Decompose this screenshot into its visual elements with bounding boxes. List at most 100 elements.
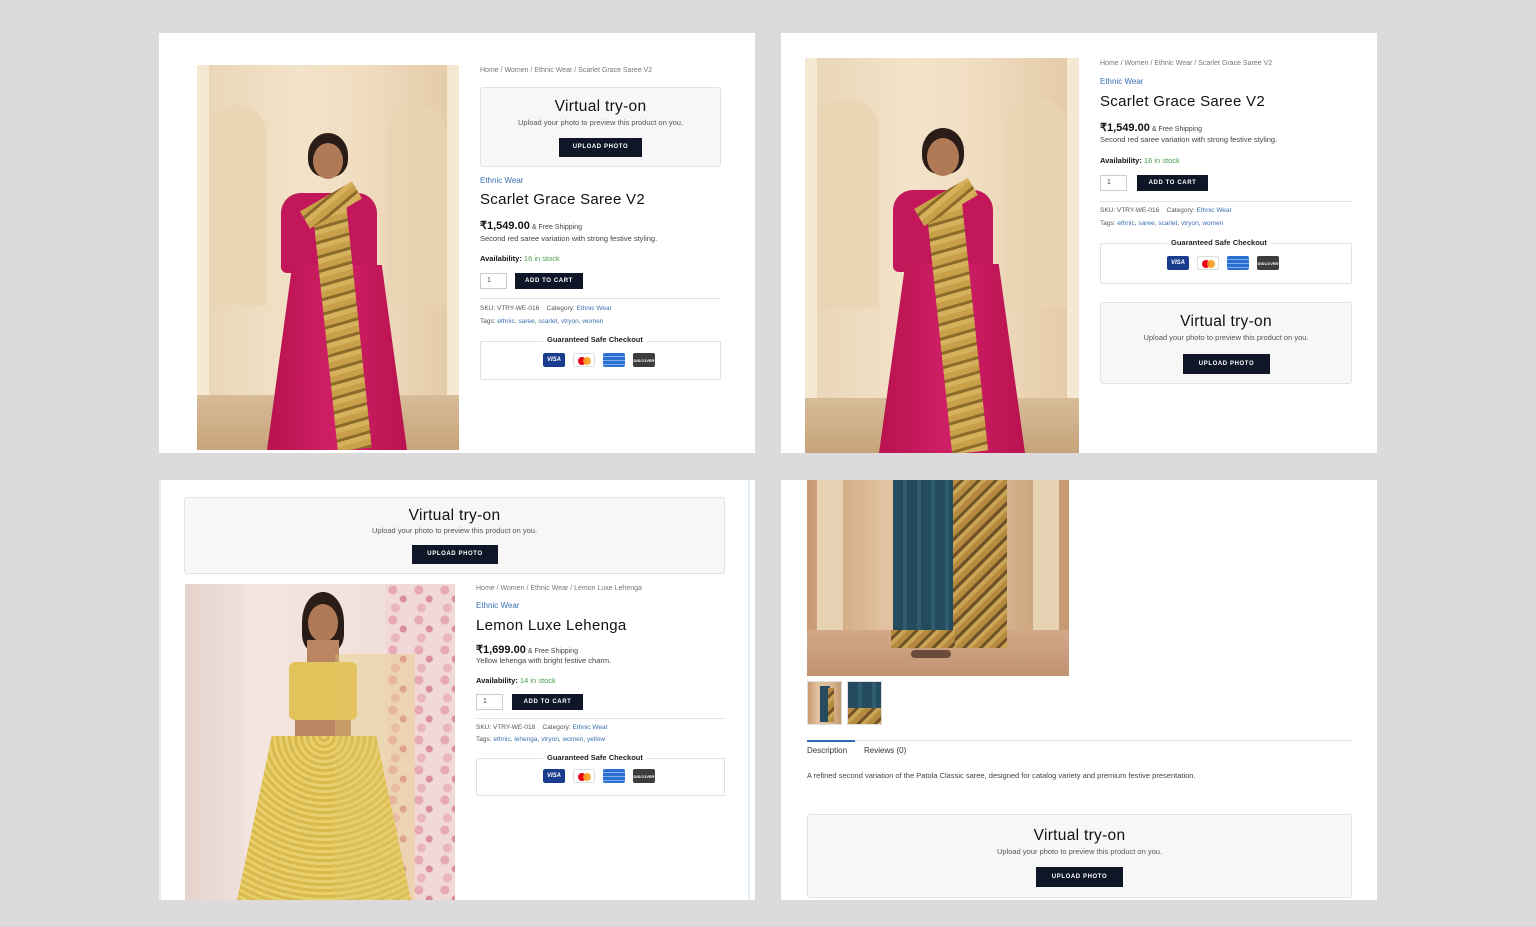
add-to-cart-button[interactable]: ADD TO CART — [515, 273, 583, 289]
product-image[interactable] — [185, 584, 455, 900]
tag-link[interactable]: women — [562, 736, 583, 743]
virtual-tryon-title: Virtual try-on — [1033, 827, 1126, 844]
virtual-tryon-title: Virtual try-on — [408, 507, 501, 524]
tabs-divider — [807, 740, 1352, 741]
price-row: ₹1,549.00 & Free Shipping — [480, 216, 582, 234]
upload-photo-button[interactable]: UPLOAD PHOTO — [1036, 867, 1123, 887]
breadcrumb[interactable]: Home / Women / Ethnic Wear / Lemon Luxe … — [476, 585, 642, 592]
virtual-tryon-subtitle: Upload your photo to preview this produc… — [371, 526, 538, 535]
sku-value: VTRY-WE-016 — [496, 305, 540, 312]
tag-link[interactable]: scarlet — [538, 318, 557, 325]
sku-value: VTRY-WE-018 — [492, 724, 536, 731]
virtual-tryon-box: Virtual try-on Upload your photo to prev… — [184, 497, 725, 574]
availability: Availability: 16 in stock — [1100, 156, 1180, 165]
availability: Availability: 14 in stock — [476, 676, 556, 685]
product-meta-sku: SKU: VTRY-WE-018 Category: Ethnic Wear — [476, 724, 608, 731]
product-image[interactable] — [807, 480, 1069, 676]
product-image[interactable] — [197, 65, 459, 450]
quantity-input[interactable]: 1 — [1100, 175, 1127, 191]
product-image[interactable] — [805, 58, 1079, 453]
stock-status: 14 in stock — [519, 676, 556, 685]
shipping-note: & Free Shipping — [531, 224, 583, 231]
product-meta-tags: Tags: ethnic, lehenga, vtryon, women, ye… — [476, 736, 606, 743]
payment-cards: VISA DISCOVER — [543, 769, 655, 783]
add-to-cart-button[interactable]: ADD TO CART — [1137, 175, 1208, 191]
tag-link[interactable]: women — [1202, 220, 1223, 227]
product-title: Scarlet Grace Saree V2 — [480, 191, 646, 208]
payment-cards: VISA DISCOVER — [1167, 256, 1279, 270]
safe-checkout-title: Guaranteed Safe Checkout — [1167, 238, 1271, 247]
visa-icon: VISA — [543, 769, 565, 783]
tag-link[interactable]: vtryon — [1181, 220, 1199, 227]
product-category-link[interactable]: Ethnic Wear — [1100, 77, 1143, 86]
visa-icon: VISA — [1167, 256, 1189, 270]
sku-label: SKU: — [480, 305, 496, 312]
product-page-panel-4: Description Reviews (0) A refined second… — [781, 480, 1377, 900]
product-category-link[interactable]: Ethnic Wear — [476, 601, 519, 610]
availability-label: Availability: — [480, 254, 522, 263]
tag-link[interactable]: vtryon — [541, 736, 559, 743]
tags-label: Tags: — [1100, 220, 1116, 227]
tag-link[interactable]: saree — [518, 318, 534, 325]
tag-link[interactable]: lehenga — [514, 736, 537, 743]
quantity-input[interactable]: 1 — [476, 694, 503, 710]
quantity-input[interactable]: 1 — [480, 273, 507, 289]
product-price: ₹1,549.00 — [1100, 122, 1150, 134]
virtual-tryon-subtitle: Upload your photo to preview this produc… — [517, 118, 684, 127]
breadcrumb[interactable]: Home / Women / Ethnic Wear / Scarlet Gra… — [1100, 60, 1272, 67]
divider — [1100, 201, 1352, 202]
meta-category-link[interactable]: Ethnic Wear — [1197, 207, 1232, 214]
meta-category-link[interactable]: Ethnic Wear — [573, 724, 608, 731]
upload-photo-button[interactable]: UPLOAD PHOTO — [412, 545, 498, 564]
virtual-tryon-box: Virtual try-on Upload your photo to prev… — [1100, 302, 1352, 384]
discover-icon: DISCOVER — [1257, 256, 1279, 270]
shipping-note: & Free Shipping — [527, 648, 579, 655]
tag-link[interactable]: scarlet — [1158, 220, 1177, 227]
tag-link[interactable]: ethnic — [497, 318, 514, 325]
gallery-thumbnail[interactable] — [807, 681, 842, 725]
meta-category-link[interactable]: Ethnic Wear — [577, 305, 612, 312]
visa-icon: VISA — [543, 353, 565, 367]
tab-active-indicator — [807, 740, 855, 742]
amex-icon — [603, 353, 625, 367]
amex-icon — [1227, 256, 1249, 270]
virtual-tryon-box: Virtual try-on Upload your photo to prev… — [480, 87, 721, 167]
tag-link[interactable]: women — [582, 318, 603, 325]
gallery-thumbnail[interactable] — [847, 681, 882, 725]
product-meta-tags: Tags: ethnic, saree, scarlet, vtryon, wo… — [1100, 220, 1224, 227]
tags-label: Tags: — [480, 318, 496, 325]
product-page-panel-2: Home / Women / Ethnic Wear / Scarlet Gra… — [781, 33, 1377, 453]
category-label: Category: — [542, 724, 571, 731]
tag-link[interactable]: vtryon — [561, 318, 579, 325]
divider — [480, 298, 721, 299]
safe-checkout-title: Guaranteed Safe Checkout — [543, 753, 647, 762]
product-category-link[interactable]: Ethnic Wear — [480, 176, 523, 185]
mastercard-icon — [573, 769, 595, 783]
tab-reviews[interactable]: Reviews (0) — [864, 746, 906, 755]
tab-description[interactable]: Description — [807, 746, 847, 755]
product-page-panel-3: Virtual try-on Upload your photo to prev… — [159, 480, 755, 900]
upload-photo-button[interactable]: UPLOAD PHOTO — [1183, 354, 1270, 374]
discover-icon: DISCOVER — [633, 769, 655, 783]
tag-link[interactable]: ethnic — [493, 736, 510, 743]
add-to-cart-button[interactable]: ADD TO CART — [512, 694, 583, 710]
product-title: Lemon Luxe Lehenga — [476, 617, 627, 634]
availability: Availability: 16 in stock — [480, 254, 560, 263]
breadcrumb[interactable]: Home / Women / Ethnic Wear / Scarlet Gra… — [480, 67, 652, 74]
price-row: ₹1,549.00 & Free Shipping — [1100, 118, 1202, 136]
divider — [476, 718, 725, 719]
virtual-tryon-title: Virtual try-on — [554, 98, 647, 115]
virtual-tryon-box: Virtual try-on Upload your photo to prev… — [807, 814, 1352, 898]
product-page-panel-1: Home / Women / Ethnic Wear / Scarlet Gra… — [159, 33, 755, 453]
product-price: ₹1,549.00 — [480, 220, 530, 232]
product-short-description: Second red saree variation with strong f… — [1100, 135, 1278, 144]
tag-link[interactable]: saree — [1138, 220, 1154, 227]
tag-link[interactable]: yellow — [587, 736, 605, 743]
product-meta-sku: SKU: VTRY-WE-016 Category: Ethnic Wear — [480, 305, 612, 312]
category-label: Category: — [1166, 207, 1195, 214]
upload-photo-button[interactable]: UPLOAD PHOTO — [559, 138, 642, 157]
product-short-description: Yellow lehenga with bright festive charm… — [476, 656, 612, 665]
tag-link[interactable]: ethnic — [1117, 220, 1134, 227]
discover-icon: DISCOVER — [633, 353, 655, 367]
stock-status: 16 in stock — [1143, 156, 1180, 165]
